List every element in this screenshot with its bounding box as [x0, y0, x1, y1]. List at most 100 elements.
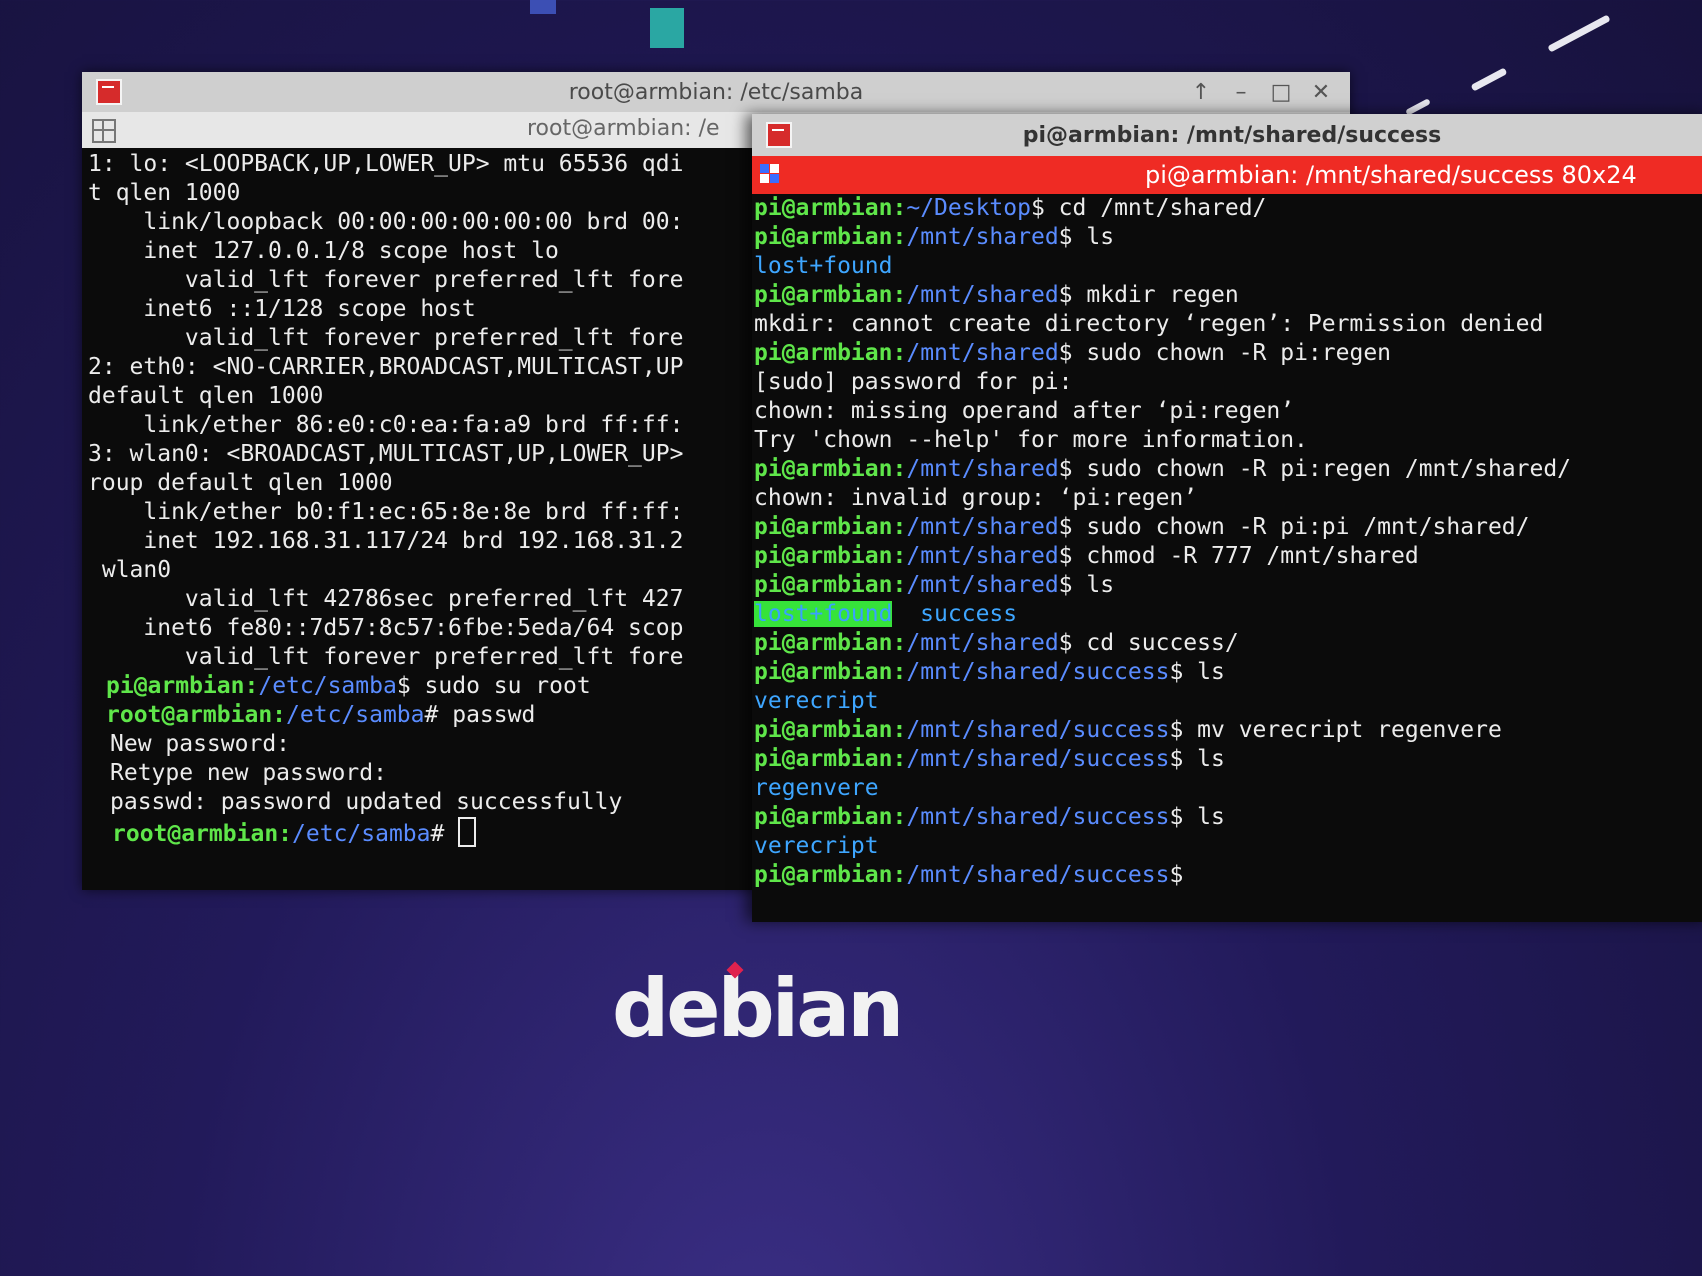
minimize-button[interactable]: –: [1230, 80, 1252, 105]
command-text: passwd: [438, 702, 536, 728]
terminal-line: pi@armbian:/mnt/shared$ ls: [754, 571, 1702, 600]
terminal-line: New password:: [88, 730, 778, 759]
prompt-separator: :: [892, 456, 907, 482]
terminal-line: roup default qlen 1000: [88, 469, 778, 498]
split-view-icon[interactable]: [92, 119, 116, 143]
close-button[interactable]: ✕: [1310, 80, 1332, 105]
command-text: mv verecript regenvere: [1183, 717, 1502, 743]
terminal-line: inet 192.168.31.117/24 brd 192.168.31.2: [88, 527, 778, 556]
prompt-path: /etc/samba: [292, 821, 431, 847]
prompt-user: pi@armbian: [106, 673, 245, 699]
terminal-line: root@armbian:/etc/samba# passwd: [88, 701, 778, 730]
terminal-line: lost+found: [754, 252, 1702, 281]
prompt-user: root@armbian: [106, 702, 273, 728]
prompt-separator: :: [892, 717, 907, 743]
output-text: valid_lft 42786sec preferred_lft 427: [88, 586, 684, 612]
window-titlebar[interactable]: root@armbian: /etc/samba ↑ – □ ✕: [82, 72, 1350, 112]
output-text: default qlen 1000: [88, 383, 324, 409]
output-text: mkdir: cannot create directory ‘regen’: …: [754, 311, 1544, 337]
prompt-path: /mnt/shared/success: [906, 717, 1170, 743]
command-text: ls: [1072, 572, 1115, 598]
command-text: cd success/: [1072, 630, 1239, 656]
terminal-line: 3: wlan0: <BROADCAST,MULTICAST,UP,LOWER_…: [88, 440, 778, 469]
prompt-user: pi@armbian: [754, 543, 893, 569]
command-text: sudo chown -R pi:regen: [1072, 340, 1392, 366]
terminal-output[interactable]: pi@armbian:~/Desktop$ cd /mnt/shared/pi@…: [754, 194, 1702, 924]
tab-title[interactable]: root@armbian: /e: [527, 116, 720, 141]
prompt-separator: :: [892, 572, 907, 598]
wallpaper-stripe: [1470, 67, 1508, 92]
prompt-path: /mnt/shared/success: [906, 862, 1170, 888]
prompt-symbol: $: [1058, 224, 1073, 250]
prompt-separator: :: [892, 659, 907, 685]
command-text: cd /mnt/shared/: [1044, 195, 1267, 221]
prompt-user: root@armbian: [112, 821, 279, 847]
terminal-app-icon[interactable]: [766, 122, 792, 148]
prompt-path: /mnt/shared: [906, 340, 1059, 366]
terminal-line: verecript: [754, 832, 1702, 861]
output-text: chown: missing operand after ‘pi:regen’: [754, 398, 1295, 424]
prompt-separator: :: [892, 543, 907, 569]
prompt-symbol: $: [1058, 456, 1073, 482]
split-view-icon[interactable]: [760, 164, 780, 184]
terminal-output[interactable]: 1: lo: <LOOPBACK,UP,LOWER_UP> mtu 65536 …: [88, 150, 778, 890]
prompt-path: /mnt/shared: [906, 572, 1059, 598]
terminal-line: t qlen 1000: [88, 179, 778, 208]
output-text: inet6 ::1/128 scope host: [88, 296, 476, 322]
maximize-button[interactable]: □: [1270, 80, 1292, 105]
terminal-line: pi@armbian:/mnt/shared$ ls: [754, 223, 1702, 252]
arrow-up-icon[interactable]: ↑: [1190, 80, 1212, 105]
prompt-symbol: $: [1058, 543, 1073, 569]
prompt-symbol: $: [1058, 630, 1073, 656]
prompt-path: /mnt/shared: [906, 224, 1059, 250]
highlighted-directory: lost+found: [754, 601, 893, 627]
terminal-line: root@armbian:/etc/samba#: [88, 817, 778, 849]
command-text: mkdir regen: [1072, 282, 1239, 308]
directory-name: regenvere: [754, 775, 879, 801]
tab-title[interactable]: pi@armbian: /mnt/shared/success 80x24: [1145, 161, 1637, 189]
prompt-path: /mnt/shared: [906, 514, 1059, 540]
prompt-path: /mnt/shared/success: [906, 804, 1170, 830]
prompt-user: pi@armbian: [754, 746, 893, 772]
prompt-user: pi@armbian: [754, 195, 893, 221]
wallpaper-shape: [530, 0, 556, 14]
output-text: roup default qlen 1000: [88, 470, 393, 496]
terminal-line: inet6 ::1/128 scope host: [88, 295, 778, 324]
output-text: valid_lft forever preferred_lft fore: [88, 325, 684, 351]
command-text: ls: [1072, 224, 1115, 250]
prompt-user: pi@armbian: [754, 340, 893, 366]
terminal-line: pi@armbian:~/Desktop$ cd /mnt/shared/: [754, 194, 1702, 223]
prompt-separator: :: [892, 340, 907, 366]
prompt-path: /etc/samba: [286, 702, 425, 728]
prompt-user: pi@armbian: [754, 282, 893, 308]
command-text: sudo chown -R pi:pi /mnt/shared/: [1072, 514, 1530, 540]
prompt-path: /mnt/shared: [906, 282, 1059, 308]
prompt-user: pi@armbian: [754, 659, 893, 685]
window-titlebar[interactable]: pi@armbian: /mnt/shared/success: [752, 114, 1702, 156]
terminal-line: passwd: password updated successfully: [88, 788, 778, 817]
prompt-path: ~/Desktop: [906, 195, 1031, 221]
terminal-line: pi@armbian:/mnt/shared$ chmod -R 777 /mn…: [754, 542, 1702, 571]
output-text: link/ether b0:f1:ec:65:8e:8e brd ff:ff:: [88, 499, 684, 525]
terminal-line: chown: invalid group: ‘pi:regen’: [754, 484, 1702, 513]
terminal-line: Try 'chown --help' for more information.: [754, 426, 1702, 455]
terminal-window-pi[interactable]: pi@armbian: /mnt/shared/success pi@armbi…: [752, 114, 1702, 922]
prompt-user: pi@armbian: [754, 717, 893, 743]
text-cursor[interactable]: [458, 817, 477, 847]
prompt-separator: :: [892, 746, 907, 772]
terminal-line: 1: lo: <LOOPBACK,UP,LOWER_UP> mtu 65536 …: [88, 150, 778, 179]
prompt-separator: :: [892, 514, 907, 540]
prompt-path: /mnt/shared/success: [906, 746, 1170, 772]
terminal-line: pi@armbian:/mnt/shared/success$ ls: [754, 803, 1702, 832]
prompt-separator: :: [272, 702, 287, 728]
prompt-symbol: $: [1169, 804, 1184, 830]
prompt-symbol: $: [1169, 862, 1184, 888]
directory-name: success: [892, 601, 1018, 627]
terminal-app-icon[interactable]: [96, 79, 122, 105]
terminal-line: pi@armbian:/mnt/shared$ mkdir regen: [754, 281, 1702, 310]
prompt-symbol: #: [424, 702, 439, 728]
output-text: inet6 fe80::7d57:8c57:6fbe:5eda/64 scop: [88, 615, 684, 641]
terminal-line: mkdir: cannot create directory ‘regen’: …: [754, 310, 1702, 339]
terminal-line: valid_lft forever preferred_lft fore: [88, 266, 778, 295]
active-tab-bar[interactable]: pi@armbian: /mnt/shared/success 80x24: [752, 156, 1702, 194]
